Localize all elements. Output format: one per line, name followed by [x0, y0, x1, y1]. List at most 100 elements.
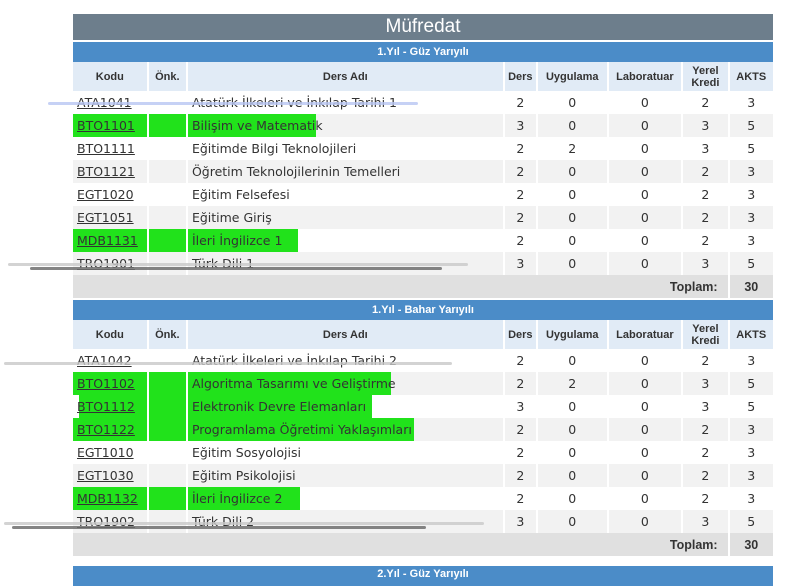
col-kodu: Kodu: [73, 62, 147, 91]
course-code-link[interactable]: BTO1111: [77, 141, 135, 156]
course-uygulama: 0: [568, 95, 577, 110]
course-name: Atatürk İlkeleri ve İnkılap Tarihi 2: [191, 353, 397, 368]
course-laboratuar: 0: [608, 114, 682, 137]
course-laboratuar: 0: [640, 233, 649, 248]
course-code-link[interactable]: EGT1051: [77, 210, 134, 225]
course-akts: 5: [747, 399, 756, 414]
course-kredi: 3: [701, 399, 710, 414]
course-laboratuar: 0: [640, 491, 649, 506]
course-akts: 3: [747, 491, 756, 506]
course-kredi: 2: [701, 233, 710, 248]
table-row: EGT1010 Eğitim Sosyolojisi 2 0 0 2 3: [73, 441, 773, 464]
course-name: Eğitim Psikolojisi: [187, 464, 503, 487]
course-akts: 5: [729, 372, 773, 395]
course-ders: 2: [516, 353, 525, 368]
course-akts: 5: [729, 114, 773, 137]
course-ders: 2: [504, 372, 536, 395]
course-code-link[interactable]: MDB1132: [77, 491, 138, 506]
scribble-dark: [30, 267, 442, 270]
course-laboratuar: 0: [640, 141, 649, 156]
course-uygulama: 0: [568, 187, 577, 202]
course-laboratuar: 0: [608, 418, 682, 441]
course-code-link[interactable]: EGT1030: [77, 468, 134, 483]
total-label: Toplam:: [73, 533, 728, 556]
course-akts: 3: [747, 233, 756, 248]
course-ders: 2: [516, 141, 525, 156]
course-uygulama: 0: [537, 510, 607, 533]
scribble-blue: [48, 102, 418, 105]
col-laboratuar: Laboratuar: [608, 320, 682, 349]
course-uygulama: 2: [568, 141, 577, 156]
course-code-link[interactable]: EGT1020: [77, 187, 134, 202]
course-laboratuar: 0: [640, 353, 649, 368]
col-onk: Önk.: [148, 320, 186, 349]
course-akts: 5: [729, 252, 773, 275]
course-kredi: 2: [683, 160, 728, 183]
curriculum-panel: Müfredat 1.Yıl - Güz Yarıyılı Kodu Önk. …: [73, 14, 773, 556]
course-ders: 2: [516, 445, 525, 460]
course-ders: 2: [504, 418, 536, 441]
course-kredi: 3: [683, 114, 728, 137]
course-uygulama: 0: [537, 418, 607, 441]
course-code-link[interactable]: BTO1112: [77, 399, 135, 414]
course-name: Eğitimde Bilgi Teknolojileri: [191, 141, 357, 156]
course-uygulama: 0: [568, 491, 577, 506]
col-uygulama: Uygulama: [537, 62, 607, 91]
course-akts: 3: [747, 353, 756, 368]
course-code-link[interactable]: BTO1121: [77, 164, 135, 179]
course-code-link[interactable]: EGT1010: [77, 445, 134, 460]
course-kredi: 3: [701, 141, 710, 156]
course-ders: 2: [504, 160, 536, 183]
col-yerel-kredi: Yerel Kredi: [683, 320, 728, 349]
course-uygulama: 0: [537, 114, 607, 137]
total-value: 30: [729, 533, 773, 556]
course-akts: 3: [729, 206, 773, 229]
table-row: EGT1020 Eğitim Felsefesi 2 0 0 2 3: [73, 183, 773, 206]
course-uygulama: 0: [568, 399, 577, 414]
course-laboratuar: 0: [608, 510, 682, 533]
table-header-row: Kodu Önk. Ders Adı Ders Uygulama Laborat…: [73, 320, 773, 349]
table-header-row: Kodu Önk. Ders Adı Ders Uygulama Laborat…: [73, 62, 773, 91]
course-laboratuar: 0: [608, 464, 682, 487]
course-ders: 3: [504, 252, 536, 275]
semester-header-3: 2.Yıl - Güz Yarıyılı: [73, 566, 773, 586]
course-kredi: 2: [701, 445, 710, 460]
scribble-gray: [4, 362, 452, 365]
course-ders: 2: [516, 491, 525, 506]
table-row: BTO1101 Bilişim ve Matematik 3 0 0 3 5: [73, 114, 773, 137]
course-akts: 5: [729, 510, 773, 533]
table-row: EGT1030 Eğitim Psikolojisi 2 0 0 2 3: [73, 464, 773, 487]
semester-header-2: 1.Yıl - Bahar Yarıyılı: [73, 300, 773, 320]
table-row: BTO1112 Elektronik Devre Elemanları 3 0 …: [73, 395, 773, 418]
course-akts: 3: [729, 464, 773, 487]
course-name: Algoritma Tasarımı ve Geliştirme: [187, 372, 503, 395]
course-uygulama: 0: [537, 252, 607, 275]
course-akts: 3: [747, 445, 756, 460]
col-kodu: Kodu: [73, 320, 147, 349]
table-row: MDB1132 İleri İngilizce 2 2 0 0 2 3: [73, 487, 773, 510]
col-akts: AKTS: [729, 320, 773, 349]
table-row: MDB1131 İleri İngilizce 1 2 0 0 2 3: [73, 229, 773, 252]
total-row: Toplam: 30: [73, 275, 773, 298]
course-akts: 3: [747, 187, 756, 202]
course-name: Öğretim Teknolojilerinin Temelleri: [187, 160, 503, 183]
course-akts: 3: [729, 418, 773, 441]
course-code-link[interactable]: BTO1102: [77, 376, 135, 391]
course-ders: 3: [504, 114, 536, 137]
course-uygulama: 0: [537, 206, 607, 229]
course-kredi: 3: [683, 510, 728, 533]
course-code-link[interactable]: BTO1101: [77, 118, 135, 133]
page-title: Müfredat: [73, 14, 773, 40]
course-name: Eğitim Felsefesi: [191, 187, 290, 202]
table-row: BTO1111 Eğitimde Bilgi Teknolojileri 2 2…: [73, 137, 773, 160]
course-kredi: 2: [701, 187, 710, 202]
course-code-link[interactable]: ATA1042: [77, 353, 132, 368]
total-label: Toplam:: [73, 275, 728, 298]
scribble-gray: [4, 522, 484, 525]
course-laboratuar: 0: [640, 187, 649, 202]
semester-header-1: 1.Yıl - Güz Yarıyılı: [73, 42, 773, 62]
course-name: İleri İngilizce 1: [187, 229, 503, 252]
table-row: ATA1042 Atatürk İlkeleri ve İnkılap Tari…: [73, 349, 773, 372]
course-code-link[interactable]: BTO1122: [77, 422, 135, 437]
course-code-link[interactable]: MDB1131: [77, 233, 138, 248]
